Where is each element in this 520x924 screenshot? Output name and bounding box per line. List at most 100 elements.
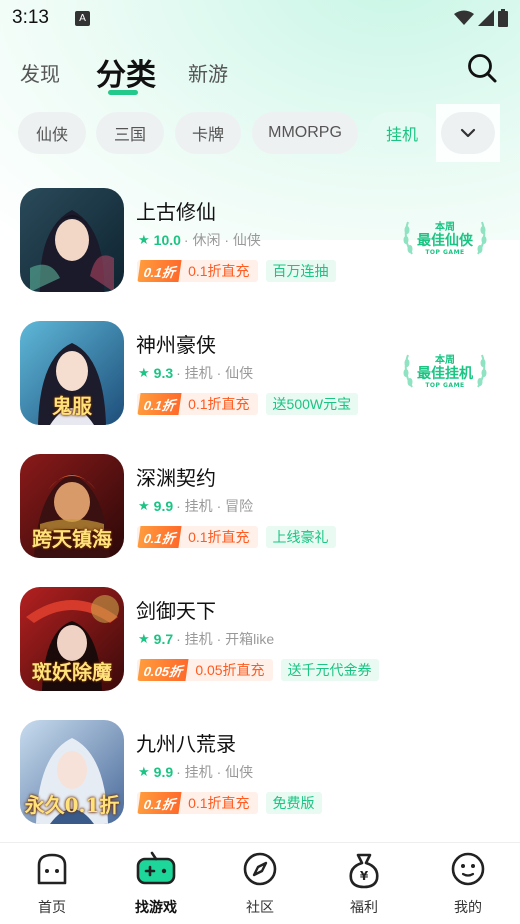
profile-face-icon xyxy=(451,852,485,886)
tab-new-games[interactable]: 新游 xyxy=(188,58,228,87)
game-meta: ★ 9.9 · 挂机 · 仙侠 xyxy=(138,762,253,782)
game-icon[interactable]: 斑妖除魔 xyxy=(20,587,124,691)
game-icon[interactable]: 跨天镇海 xyxy=(20,454,124,558)
nav-community-label: 社区 xyxy=(246,899,274,915)
discount-text: 0.1折直充 xyxy=(188,795,250,811)
money-bag-icon: ¥ xyxy=(349,853,379,889)
chip-idle[interactable]: 挂机 xyxy=(368,112,436,154)
tab-discover[interactable]: 发现 xyxy=(20,58,60,87)
game-score: 9.9 xyxy=(153,764,174,780)
status-bar: 3:13 A xyxy=(0,0,520,36)
gamepad-icon xyxy=(136,851,176,885)
game-list-item[interactable]: 鬼服 神州豪侠 ★ 9.3 · 挂机 · 仙侠 0.1折 0.1折直充 送500… xyxy=(0,317,520,450)
game-score: 9.9 xyxy=(153,498,174,514)
icon-caption: 跨天镇海 xyxy=(32,527,112,551)
game-name: 剑御天下 xyxy=(136,601,216,623)
game-meta: ★ 9.3 · 挂机 · 仙侠 xyxy=(138,363,253,383)
discount-text: 0.1折直充 xyxy=(188,396,250,412)
discount-tag: 0.1折 0.1折直充 xyxy=(137,792,258,814)
nav-find-games-label: 找游戏 xyxy=(135,899,177,915)
award-title: 最佳挂机 xyxy=(417,366,473,382)
game-icon[interactable]: 永久0.1折 xyxy=(20,720,124,824)
weekly-award-badge: 本周 最佳仙侠 TOP GAME xyxy=(402,214,488,262)
discount-badge: 0.05折 xyxy=(137,659,189,681)
game-name: 上古修仙 xyxy=(136,202,216,224)
active-tab-indicator xyxy=(108,90,138,95)
game-tags: 0.1折 0.1折直充 送500W元宝 xyxy=(137,393,359,415)
game-name: 神州豪侠 xyxy=(136,335,216,357)
promo-tag: 送千元代金券 xyxy=(280,659,379,681)
chip-card[interactable]: 卡牌 xyxy=(175,112,241,154)
nav-profile[interactable]: 我的 xyxy=(416,843,520,924)
game-list-item[interactable]: 上古修仙 ★ 10.0 · 休闲 · 仙侠 0.1折 0.1折直充 百万连抽 本… xyxy=(0,184,520,317)
nav-home[interactable]: 首页 xyxy=(0,843,104,924)
game-score: 9.3 xyxy=(153,365,174,381)
status-indicators xyxy=(454,9,508,27)
discount-tag: 0.05折 0.05折直充 xyxy=(137,659,273,681)
discount-badge: 0.1折 xyxy=(137,260,182,282)
nav-community[interactable]: 社区 xyxy=(208,843,312,924)
discount-text: 0.1折直充 xyxy=(188,529,250,545)
nav-find-games[interactable]: 找游戏 xyxy=(104,843,208,924)
discount-badge: 0.1折 xyxy=(137,526,182,548)
compass-icon xyxy=(243,852,277,886)
promo-tag: 免费版 xyxy=(265,792,322,814)
tab-category[interactable]: 分类 xyxy=(96,50,156,94)
nav-home-label: 首页 xyxy=(38,899,66,915)
game-genres: · 挂机 · 开箱like xyxy=(176,631,275,647)
game-icon[interactable] xyxy=(20,188,124,292)
nav-profile-label: 我的 xyxy=(454,899,482,915)
game-list-item[interactable]: 斑妖除魔 剑御天下 ★ 9.7 · 挂机 · 开箱like 0.05折 0.05… xyxy=(0,583,520,716)
promo-tag: 送500W元宝 xyxy=(265,393,359,415)
weekly-award-badge: 本周 最佳挂机 TOP GAME xyxy=(402,347,488,395)
game-tags: 0.1折 0.1折直充 上线豪礼 xyxy=(137,526,336,548)
promo-tag: 百万连抽 xyxy=(265,260,336,282)
bottom-navigation: 首页 找游戏 社区 ¥ 福利 我的 xyxy=(0,842,520,924)
game-icon[interactable]: 鬼服 xyxy=(20,321,124,425)
game-genres: · 休闲 · 仙侠 xyxy=(183,232,261,248)
game-genres: · 挂机 · 仙侠 xyxy=(176,365,254,381)
chip-mmorpg[interactable]: MMORPG xyxy=(252,112,358,154)
search-button[interactable] xyxy=(466,52,498,84)
icon-caption: 鬼服 xyxy=(52,394,92,418)
star-icon: ★ xyxy=(138,232,150,247)
chip-three-kingdoms[interactable]: 三国 xyxy=(96,112,164,154)
award-title: 最佳仙侠 xyxy=(417,233,473,249)
star-icon: ★ xyxy=(138,498,150,513)
game-list-item[interactable]: 永久0.1折 九州八荒录 ★ 9.9 · 挂机 · 仙侠 0.1折 0.1折直充… xyxy=(0,716,520,849)
chip-xianxia[interactable]: 仙侠 xyxy=(18,112,86,154)
svg-text:¥: ¥ xyxy=(360,869,369,883)
star-icon: ★ xyxy=(138,631,150,646)
discount-badge: 0.1折 xyxy=(137,792,182,814)
game-list-item[interactable]: 跨天镇海 深渊契约 ★ 9.9 · 挂机 · 冒险 0.1折 0.1折直充 上线… xyxy=(0,450,520,583)
icon-caption: 斑妖除魔 xyxy=(32,660,112,684)
nav-benefits[interactable]: ¥ 福利 xyxy=(312,843,416,924)
discount-badge: 0.1折 xyxy=(137,393,182,415)
game-tags: 0.05折 0.05折直充 送千元代金券 xyxy=(137,659,379,681)
top-tabs: 发现 分类 新游 xyxy=(0,48,520,98)
game-genres: · 挂机 · 仙侠 xyxy=(176,764,254,780)
notification-icon: A xyxy=(74,10,90,26)
signal-icon xyxy=(478,10,494,26)
wifi-icon xyxy=(454,10,474,25)
battery-icon xyxy=(498,9,508,27)
game-meta: ★ 10.0 · 休闲 · 仙侠 xyxy=(138,230,261,250)
promo-tag: 上线豪礼 xyxy=(265,526,336,548)
game-name: 九州八荒录 xyxy=(136,734,236,756)
game-list: 上古修仙 ★ 10.0 · 休闲 · 仙侠 0.1折 0.1折直充 百万连抽 本… xyxy=(0,184,520,849)
status-time: 3:13 xyxy=(12,7,49,28)
game-score: 10.0 xyxy=(153,232,181,248)
discount-tag: 0.1折 0.1折直充 xyxy=(137,526,258,548)
game-meta: ★ 9.9 · 挂机 · 冒险 xyxy=(138,496,253,516)
more-categories-button[interactable] xyxy=(441,112,495,154)
game-tags: 0.1折 0.1折直充 免费版 xyxy=(137,792,322,814)
award-subtitle: TOP GAME xyxy=(425,249,465,256)
discount-tag: 0.1折 0.1折直充 xyxy=(137,393,258,415)
award-subtitle: TOP GAME xyxy=(425,382,465,389)
game-meta: ★ 9.7 · 挂机 · 开箱like xyxy=(138,629,274,649)
game-genres: · 挂机 · 冒险 xyxy=(176,498,254,514)
game-tags: 0.1折 0.1折直充 百万连抽 xyxy=(137,260,336,282)
chevron-down-icon xyxy=(460,128,476,138)
star-icon: ★ xyxy=(138,365,150,380)
discount-tag: 0.1折 0.1折直充 xyxy=(137,260,258,282)
